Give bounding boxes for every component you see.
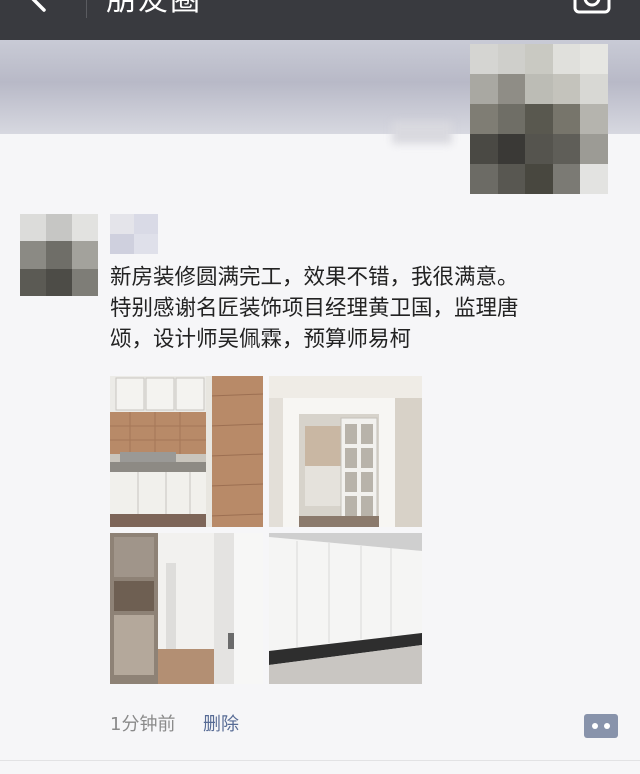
- user-avatar-mosaic[interactable]: [470, 44, 608, 194]
- post-text-line: 新房装修圆满完工，效果不错，我很满意。: [110, 265, 519, 290]
- navigation-bar: 朋友圈: [0, 0, 640, 40]
- nav-divider: [86, 0, 87, 18]
- camera-icon[interactable]: [572, 0, 612, 16]
- photo-bedroom[interactable]: [110, 533, 263, 684]
- page-title: 朋友圈: [106, 0, 202, 18]
- cover-name-mosaic: [392, 122, 452, 144]
- delete-button[interactable]: 删除: [203, 710, 239, 736]
- comment-icon[interactable]: [584, 712, 618, 740]
- post-text: 新房装修圆满完工，效果不错，我很满意。 特别感谢名匠装饰项目经理黄卫国，监理唐 …: [110, 262, 630, 355]
- divider: [0, 760, 640, 761]
- photo-living-room[interactable]: [269, 533, 422, 684]
- back-arrow-icon[interactable]: [18, 0, 58, 18]
- post-author-name-mosaic[interactable]: [110, 214, 158, 254]
- photo-grid: [110, 376, 422, 684]
- moments-page: 朋友圈 新房装修圆满完工，效果不错，我很满意。 特别感谢名匠装饰项目经理黄卫国，…: [0, 0, 640, 774]
- post-text-line: 颂，设计师吴佩霖，预算师易柯: [110, 327, 412, 352]
- post-text-line: 特别感谢名匠装饰项目经理黄卫国，监理唐: [110, 296, 519, 321]
- post-timestamp: 1分钟前: [110, 714, 176, 735]
- photo-glass-door[interactable]: [269, 376, 422, 527]
- post-author-avatar[interactable]: [20, 214, 98, 296]
- photo-kitchen[interactable]: [110, 376, 263, 527]
